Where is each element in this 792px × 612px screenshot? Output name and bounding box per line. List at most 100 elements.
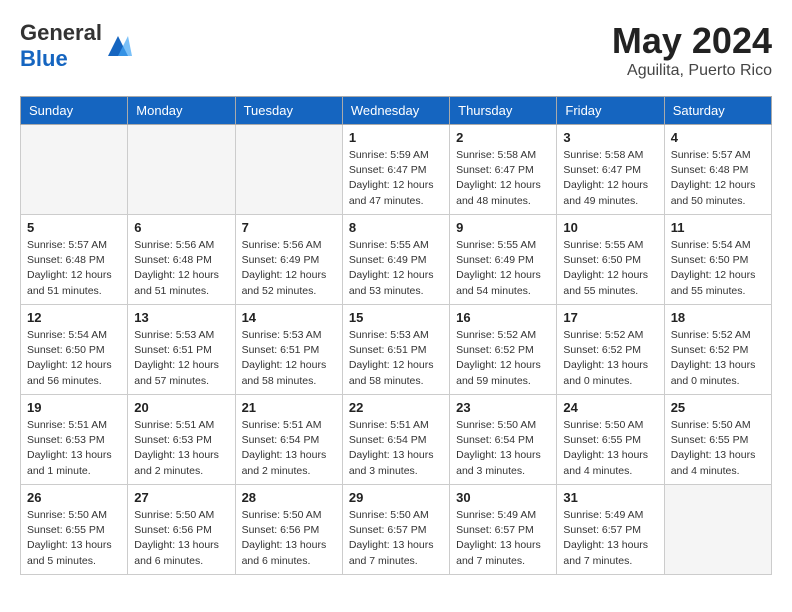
day-number: 24 [563, 400, 657, 415]
day-number: 25 [671, 400, 765, 415]
day-info: Sunrise: 5:55 AMSunset: 6:49 PMDaylight:… [349, 238, 443, 299]
calendar-cell: 12Sunrise: 5:54 AMSunset: 6:50 PMDayligh… [21, 305, 128, 395]
day-number: 7 [242, 220, 336, 235]
calendar-cell: 10 Sunrise: 5:55 AMSunset: 6:50 PMDayligh… [557, 215, 664, 305]
day-info: Sunrise: 5:51 AMSunset: 6:53 PMDaylight:… [134, 418, 228, 479]
day-info: Sunrise: 5:49 AMSunset: 6:57 PMDaylight:… [563, 508, 657, 569]
day-number: 2 [456, 130, 550, 145]
day-number: 1 [349, 130, 443, 145]
day-number: 20 [134, 400, 228, 415]
calendar-table: SundayMondayTuesdayWednesdayThursdayFrid… [20, 96, 772, 575]
calendar-cell: 24 Sunrise: 5:50 AMSunset: 6:55 PMDayligh… [557, 395, 664, 485]
day-info: Sunrise: 5:51 AMSunset: 6:53 PMDaylight:… [27, 418, 121, 479]
day-number: 16 [456, 310, 550, 325]
page-header: General Blue May 2024 Aguilita, Puerto R… [20, 20, 772, 80]
day-info: Sunrise: 5:53 AMSunset: 6:51 PMDaylight:… [134, 328, 228, 389]
day-info: Sunrise: 5:57 AMSunset: 6:48 PMDaylight:… [27, 238, 121, 299]
day-number: 17 [563, 310, 657, 325]
day-info: Sunrise: 5:50 AMSunset: 6:57 PMDaylight:… [349, 508, 443, 569]
week-row-2: 5 Sunrise: 5:57 AMSunset: 6:48 PMDaylight… [21, 215, 772, 305]
calendar-cell [235, 125, 342, 215]
day-number: 5 [27, 220, 121, 235]
calendar-cell: 29 Sunrise: 5:50 AMSunset: 6:57 PMDayligh… [342, 485, 449, 575]
day-info: Sunrise: 5:56 AMSunset: 6:48 PMDaylight:… [134, 238, 228, 299]
day-info: Sunrise: 5:50 AMSunset: 6:54 PMDaylight:… [456, 418, 550, 479]
calendar-cell: 2 Sunrise: 5:58 AMSunset: 6:47 PMDaylight… [450, 125, 557, 215]
day-number: 10 [563, 220, 657, 235]
weekday-header-saturday: Saturday [664, 97, 771, 125]
calendar-cell: 6 Sunrise: 5:56 AMSunset: 6:48 PMDaylight… [128, 215, 235, 305]
week-row-5: 26Sunrise: 5:50 AMSunset: 6:55 PMDayligh… [21, 485, 772, 575]
day-number: 4 [671, 130, 765, 145]
day-info: Sunrise: 5:55 AMSunset: 6:50 PMDaylight:… [563, 238, 657, 299]
day-info: Sunrise: 5:54 AMSunset: 6:50 PMDaylight:… [27, 328, 121, 389]
day-info: Sunrise: 5:53 AMSunset: 6:51 PMDaylight:… [349, 328, 443, 389]
weekday-header-friday: Friday [557, 97, 664, 125]
logo-blue: Blue [20, 46, 68, 71]
day-number: 3 [563, 130, 657, 145]
day-number: 23 [456, 400, 550, 415]
calendar-cell: 8 Sunrise: 5:55 AMSunset: 6:49 PMDaylight… [342, 215, 449, 305]
week-row-3: 12Sunrise: 5:54 AMSunset: 6:50 PMDayligh… [21, 305, 772, 395]
day-number: 6 [134, 220, 228, 235]
weekday-header-monday: Monday [128, 97, 235, 125]
calendar-cell: 7 Sunrise: 5:56 AMSunset: 6:49 PMDaylight… [235, 215, 342, 305]
weekday-header-wednesday: Wednesday [342, 97, 449, 125]
title-block: May 2024 Aguilita, Puerto Rico [612, 20, 772, 80]
day-info: Sunrise: 5:50 AMSunset: 6:56 PMDaylight:… [242, 508, 336, 569]
weekday-header-sunday: Sunday [21, 97, 128, 125]
day-info: Sunrise: 5:58 AMSunset: 6:47 PMDaylight:… [563, 148, 657, 209]
day-number: 9 [456, 220, 550, 235]
logo: General Blue [20, 20, 132, 72]
calendar-cell: 3 Sunrise: 5:58 AMSunset: 6:47 PMDaylight… [557, 125, 664, 215]
day-number: 15 [349, 310, 443, 325]
day-info: Sunrise: 5:50 AMSunset: 6:55 PMDaylight:… [563, 418, 657, 479]
day-number: 14 [242, 310, 336, 325]
calendar-cell: 4 Sunrise: 5:57 AMSunset: 6:48 PMDaylight… [664, 125, 771, 215]
calendar-cell: 30 Sunrise: 5:49 AMSunset: 6:57 PMDayligh… [450, 485, 557, 575]
day-info: Sunrise: 5:54 AMSunset: 6:50 PMDaylight:… [671, 238, 765, 299]
day-info: Sunrise: 5:49 AMSunset: 6:57 PMDaylight:… [456, 508, 550, 569]
day-number: 19 [27, 400, 121, 415]
calendar-cell: 23 Sunrise: 5:50 AMSunset: 6:54 PMDayligh… [450, 395, 557, 485]
calendar-cell: 26Sunrise: 5:50 AMSunset: 6:55 PMDayligh… [21, 485, 128, 575]
day-info: Sunrise: 5:58 AMSunset: 6:47 PMDaylight:… [456, 148, 550, 209]
day-info: Sunrise: 5:56 AMSunset: 6:49 PMDaylight:… [242, 238, 336, 299]
day-number: 30 [456, 490, 550, 505]
calendar-cell: 21Sunrise: 5:51 AMSunset: 6:54 PMDayligh… [235, 395, 342, 485]
calendar-cell: 18Sunrise: 5:52 AMSunset: 6:52 PMDayligh… [664, 305, 771, 395]
calendar-cell: 9Sunrise: 5:55 AMSunset: 6:49 PMDaylight… [450, 215, 557, 305]
month-year-title: May 2024 [612, 20, 772, 62]
day-info: Sunrise: 5:50 AMSunset: 6:56 PMDaylight:… [134, 508, 228, 569]
weekday-header-thursday: Thursday [450, 97, 557, 125]
calendar-cell: 19 Sunrise: 5:51 AMSunset: 6:53 PMDayligh… [21, 395, 128, 485]
day-info: Sunrise: 5:57 AMSunset: 6:48 PMDaylight:… [671, 148, 765, 209]
day-number: 11 [671, 220, 765, 235]
calendar-cell: 5 Sunrise: 5:57 AMSunset: 6:48 PMDaylight… [21, 215, 128, 305]
week-row-4: 19 Sunrise: 5:51 AMSunset: 6:53 PMDayligh… [21, 395, 772, 485]
week-row-1: 1 Sunrise: 5:59 AMSunset: 6:47 PMDaylight… [21, 125, 772, 215]
calendar-cell: 31Sunrise: 5:49 AMSunset: 6:57 PMDayligh… [557, 485, 664, 575]
day-number: 28 [242, 490, 336, 505]
location-subtitle: Aguilita, Puerto Rico [612, 62, 772, 80]
day-info: Sunrise: 5:51 AMSunset: 6:54 PMDaylight:… [242, 418, 336, 479]
day-number: 29 [349, 490, 443, 505]
weekday-header-row: SundayMondayTuesdayWednesdayThursdayFrid… [21, 97, 772, 125]
day-info: Sunrise: 5:52 AMSunset: 6:52 PMDaylight:… [456, 328, 550, 389]
weekday-header-tuesday: Tuesday [235, 97, 342, 125]
calendar-cell: 16 Sunrise: 5:52 AMSunset: 6:52 PMDayligh… [450, 305, 557, 395]
day-info: Sunrise: 5:52 AMSunset: 6:52 PMDaylight:… [563, 328, 657, 389]
calendar-cell: 20 Sunrise: 5:51 AMSunset: 6:53 PMDayligh… [128, 395, 235, 485]
calendar-cell: 22Sunrise: 5:51 AMSunset: 6:54 PMDayligh… [342, 395, 449, 485]
day-number: 8 [349, 220, 443, 235]
calendar-cell: 11 Sunrise: 5:54 AMSunset: 6:50 PMDayligh… [664, 215, 771, 305]
calendar-cell: 27Sunrise: 5:50 AMSunset: 6:56 PMDayligh… [128, 485, 235, 575]
calendar-cell: 15 Sunrise: 5:53 AMSunset: 6:51 PMDayligh… [342, 305, 449, 395]
logo-text: General Blue [20, 20, 102, 72]
logo-icon [104, 32, 132, 60]
day-info: Sunrise: 5:53 AMSunset: 6:51 PMDaylight:… [242, 328, 336, 389]
calendar-cell [664, 485, 771, 575]
calendar-cell [21, 125, 128, 215]
calendar-cell: 14 Sunrise: 5:53 AMSunset: 6:51 PMDayligh… [235, 305, 342, 395]
day-info: Sunrise: 5:59 AMSunset: 6:47 PMDaylight:… [349, 148, 443, 209]
